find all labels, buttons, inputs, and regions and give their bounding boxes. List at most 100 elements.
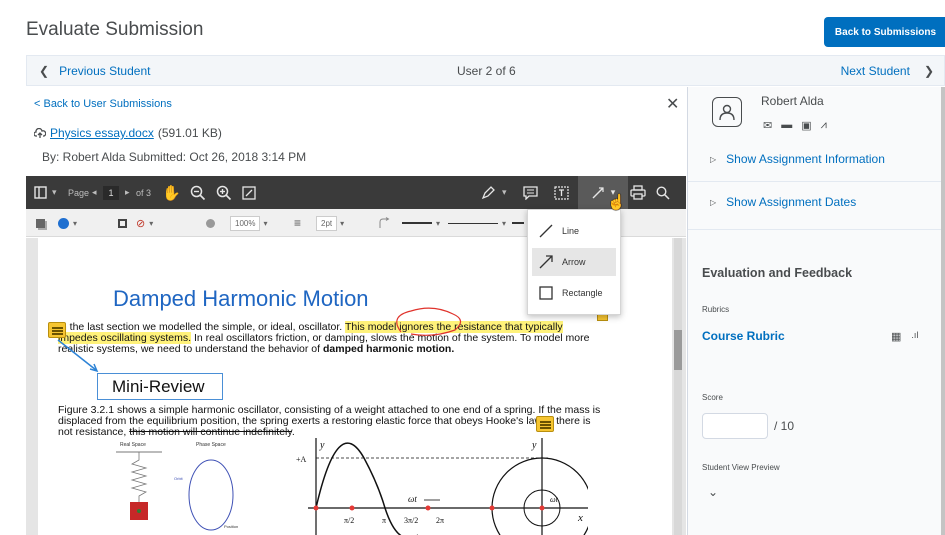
figure-sine-circle: y +A π/2 π 3π/2 2π ωt y ωt x [296,438,588,535]
chevron-left-icon: ❮ [39,64,50,78]
next-student-link[interactable]: Next Student ❯ [841,64,934,78]
panel-scrollbar[interactable] [941,87,945,535]
tick-label: π/2 [344,516,354,525]
line-tool-icon [592,186,604,198]
prev-page-icon[interactable]: ◂ [92,176,97,209]
user-avatar-icon [712,97,742,127]
pan-hand-icon[interactable]: ✋ [162,176,181,209]
textbox-icon[interactable] [554,176,569,209]
score-label: Score [702,393,723,402]
print-icon[interactable] [630,176,646,209]
graph-y2-label: y [531,440,537,451]
menu-item-arrow-label: Arrow [562,257,586,267]
fig-orbit-label: Orbit [174,476,184,481]
fig-phase-space-label: Phase Space [196,442,226,448]
p2-strikethrough[interactable]: this motion will continue indefinitely [129,426,292,438]
id-card-icon[interactable]: ▣ [801,119,811,132]
line-style-select[interactable]: ▾ [402,209,440,237]
close-icon[interactable]: ✕ [666,94,679,114]
file-size: (591.01 KB) [157,126,222,140]
viewer-toolbar: ▾ Page ◂ 1 ▸ of 3 ✋ ▾ ▾ [26,176,686,209]
page-of: of 3 [136,187,152,198]
rubrics-label: Rubrics [702,305,730,314]
show-assignment-information[interactable]: ▷ Show Assignment Information [710,152,885,166]
figure-spring-phase: Real Space Phase Space Orbit Position [116,442,238,531]
no-fill-picker[interactable]: ⊘ ▾ [136,209,153,237]
zoom-value: 100% [230,215,261,231]
menu-item-line-label: Line [562,226,580,236]
student-view-preview-label: Student View Preview [702,463,780,472]
search-icon[interactable] [656,176,670,209]
document-scrollbar[interactable] [674,238,682,535]
arrow-annotation[interactable] [56,338,101,374]
chevron-down-icon[interactable]: ⌄ [708,485,718,499]
chat-icon[interactable]: ▬ [781,119,792,132]
file-line: Physics essay.docx (591.01 KB) [34,126,222,140]
stroke-width-select[interactable]: 2pt ▾ [316,209,344,237]
zoom-in-icon[interactable] [216,176,232,209]
comment-tool-icon[interactable] [523,176,538,209]
line-weight-icon[interactable]: ≡ [294,209,301,237]
page-number-input[interactable]: 1 [103,185,119,200]
page-box-wrap: 1 [103,176,119,209]
opacity-icon[interactable] [206,209,215,237]
page-label: Page [68,187,90,198]
bars-icon[interactable]: .ıl [911,330,918,343]
next-page-icon[interactable]: ▸ [125,176,130,209]
fill-color-swatch-icon[interactable] [36,209,45,237]
show-dates-label: Show Assignment Dates [726,195,857,209]
rectangle-icon [539,286,553,300]
graph-y-label: y [319,440,325,451]
score-input[interactable] [702,413,768,439]
stroke-width-value: 2pt [316,215,338,231]
tick-label: π [382,516,386,525]
shape-tool-menu: Line Arrow Rectangle [527,209,621,315]
menu-item-rectangle[interactable]: Rectangle [532,279,616,307]
menu-item-rectangle-label: Rectangle [562,288,603,298]
sidebar-caret-icon[interactable]: ▾ [52,176,57,209]
comment-icon[interactable] [536,416,554,432]
fig-real-space-label: Real Space [120,442,146,448]
graph-wt-label: ωt [408,494,417,504]
pen-caret-icon[interactable]: ▾ [502,176,507,209]
show-info-label: Show Assignment Information [726,152,885,166]
ink-annotation[interactable] [393,306,473,338]
show-assignment-dates[interactable]: ▷ Show Assignment Dates [710,195,856,209]
course-rubric-link[interactable]: Course Rubric [702,329,785,343]
email-icon[interactable]: ✉ [763,119,772,132]
zoom-select[interactable]: 100% ▾ [230,209,267,237]
fig-position-label: Position [224,524,238,529]
student-nav-bar: ❮ Previous Student User 2 of 6 Next Stud… [26,55,945,86]
menu-item-arrow[interactable]: Arrow [532,248,616,276]
document-scroll-thumb[interactable] [674,330,682,370]
p2-end: . [291,426,295,439]
evaluation-panel: Robert Alda ✉ ▬ ▣ ⩘ ▷ Show Assignment In… [687,87,945,535]
student-actions: ✉ ▬ ▣ ⩘ [763,119,827,132]
line-end-select[interactable]: ▾ [448,209,506,237]
border-color-icon[interactable] [118,209,127,237]
color-picker[interactable]: ▾ [58,209,77,237]
pen-icon[interactable] [481,176,495,209]
upload-icon [34,127,46,138]
comment-icon[interactable] [48,322,66,338]
page-title: Evaluate Submission [26,19,204,40]
file-link[interactable]: Physics essay.docx [50,126,154,140]
dash-style-select[interactable] [512,209,524,237]
back-to-submissions-button[interactable]: Back to Submissions [824,17,945,47]
menu-item-line[interactable]: Line [532,217,616,245]
p1-bold: damped harmonic motion. [322,343,455,356]
evaluation-title: Evaluation and Feedback [702,266,853,280]
no-fill-icon: ⊘ [136,217,146,230]
tick-label: 2π [436,516,444,525]
p1-text-a: In the last section we modelled the simp… [58,321,345,333]
zoom-out-icon[interactable] [190,176,206,209]
back-to-user-submissions-link[interactable]: < Back to User Submissions [34,98,172,110]
fullscreen-icon[interactable] [242,176,256,209]
mini-review-textbox[interactable]: Mini-Review [97,373,223,400]
grid-icon[interactable]: ▦ [891,330,901,343]
previous-student-link[interactable]: ❮ Previous Student [39,64,150,78]
paragraph-2: Figure 3.2.1 shows a simple harmonic osc… [58,404,603,439]
chart-icon[interactable]: ⩘ [821,119,827,132]
sidebar-icon[interactable] [34,176,47,209]
line-start-icon[interactable] [378,209,390,237]
